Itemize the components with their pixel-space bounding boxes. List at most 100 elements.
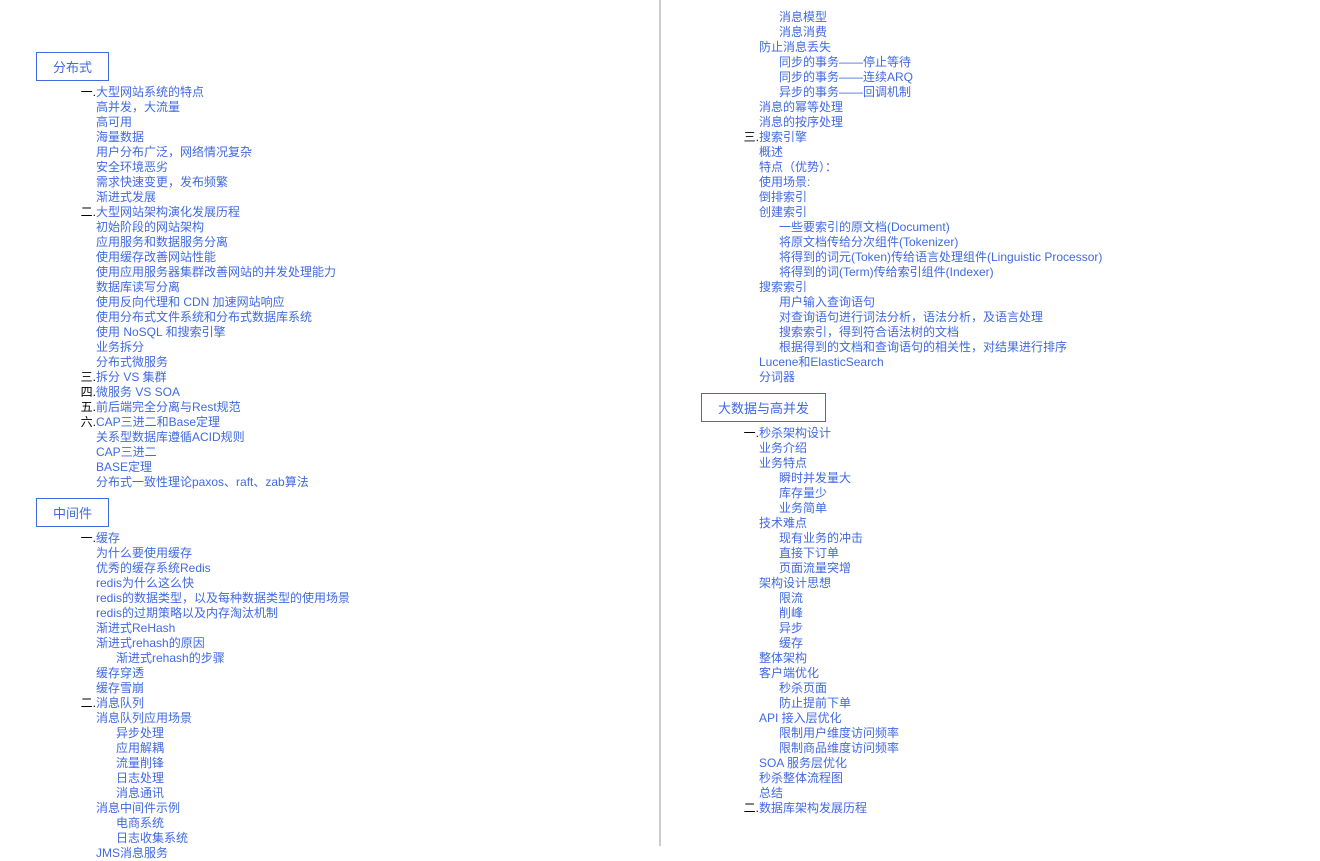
- toc-link: 关系型数据库遵循ACID规则: [96, 430, 245, 444]
- toc-item: 消息队列应用场景: [0, 711, 659, 726]
- toc-link: 秒杀整体流程图: [759, 771, 843, 785]
- toc-item: 业务拆分: [0, 340, 659, 355]
- toc-item: 消息的按序处理: [661, 115, 1320, 130]
- toc-item: 海量数据: [0, 130, 659, 145]
- toc-item: 根据得到的文档和查询语句的相关性，对结果进行排序: [661, 340, 1320, 355]
- toc-item: 创建索引: [661, 205, 1320, 220]
- toc-link: 分布式微服务: [96, 355, 168, 369]
- toc-link: CAP三进二和Base定理: [96, 415, 220, 429]
- toc-link: 消息队列应用场景: [96, 711, 192, 725]
- toc-link: 同步的事务——连续ARQ: [779, 70, 913, 84]
- toc-link: 异步处理: [116, 726, 164, 740]
- toc-item: 消息中间件示例: [0, 801, 659, 816]
- toc-item: CAP三进二: [0, 445, 659, 460]
- toc-link: 日志处理: [116, 771, 164, 785]
- toc-item: 异步: [661, 621, 1320, 636]
- toc-item: 渐进式rehash的原因: [0, 636, 659, 651]
- toc-link: 流量削锋: [116, 756, 164, 770]
- toc-item: 二.消息队列: [0, 696, 659, 711]
- toc-item: 业务简单: [661, 501, 1320, 516]
- toc-item: 异步处理: [0, 726, 659, 741]
- toc-item: 业务特点: [661, 456, 1320, 471]
- toc-item: 安全环境恶劣: [0, 160, 659, 175]
- toc-number: 一.: [76, 531, 96, 546]
- toc-link: 业务简单: [779, 501, 827, 515]
- toc-item: 优秀的缓存系统Redis: [0, 561, 659, 576]
- toc-item: 使用应用服务器集群改善网站的并发处理能力: [0, 265, 659, 280]
- toc-item: 倒排索引: [661, 190, 1320, 205]
- toc-item: 将得到的词(Term)传给索引组件(Indexer): [661, 265, 1320, 280]
- toc-item: 三.搜索引擎: [661, 130, 1320, 145]
- toc-item: 一.缓存: [0, 531, 659, 546]
- toc-item: 页面流量突增: [661, 561, 1320, 576]
- toc-link: API 接入层优化: [759, 711, 842, 725]
- toc-item: 同步的事务——连续ARQ: [661, 70, 1320, 85]
- toc-link: 限制商品维度访问频率: [779, 741, 899, 755]
- toc-item: 概述: [661, 145, 1320, 160]
- toc-link: 电商系统: [116, 816, 164, 830]
- toc-item: 需求快速变更，发布频繁: [0, 175, 659, 190]
- toc-item: 直接下订单: [661, 546, 1320, 561]
- toc-item: SOA 服务层优化: [661, 756, 1320, 771]
- toc-link: 创建索引: [759, 205, 807, 219]
- toc-link: redis的数据类型，以及每种数据类型的使用场景: [96, 591, 350, 605]
- toc-item: 对查询语句进行词法分析，语法分析，及语言处理: [661, 310, 1320, 325]
- toc-item: 应用解耦: [0, 741, 659, 756]
- toc-link: 为什么要使用缓存: [96, 546, 192, 560]
- toc-item: 技术难点: [661, 516, 1320, 531]
- toc-link: 数据库架构发展历程: [759, 801, 867, 815]
- toc-number: 六.: [76, 415, 96, 430]
- toc-link: 将得到的词元(Token)传给语言处理组件(Linguistic Process…: [779, 250, 1102, 264]
- toc-link: 倒排索引: [759, 190, 807, 204]
- toc-item: 异步的事务——回调机制: [661, 85, 1320, 100]
- toc-item: 使用 NoSQL 和搜索引擎: [0, 325, 659, 340]
- toc-link: 前后端完全分离与Rest规范: [96, 400, 241, 414]
- toc-link: 使用缓存改善网站性能: [96, 250, 216, 264]
- toc-link: 防止消息丢失: [759, 40, 831, 54]
- toc-link: 微服务 VS SOA: [96, 385, 180, 399]
- toc-link: 页面流量突增: [779, 561, 851, 575]
- toc-link: 消息中间件示例: [96, 801, 180, 815]
- toc-link: 数据库读写分离: [96, 280, 180, 294]
- toc-link: 限流: [779, 591, 803, 605]
- toc-number: 一.: [76, 85, 96, 100]
- toc-link: 使用 NoSQL 和搜索引擎: [96, 325, 226, 339]
- toc-link: 消息的按序处理: [759, 115, 843, 129]
- toc-link: 技术难点: [759, 516, 807, 530]
- section-header-distributed: 分布式: [36, 52, 109, 81]
- toc-link: 直接下订单: [779, 546, 839, 560]
- toc-item: 缓存雪崩: [0, 681, 659, 696]
- toc-link: 缓存: [779, 636, 803, 650]
- toc-item: 缓存穿透: [0, 666, 659, 681]
- toc-item: 高可用: [0, 115, 659, 130]
- toc-item: 现有业务的冲击: [661, 531, 1320, 546]
- toc-link: 秒杀架构设计: [759, 426, 831, 440]
- toc-item: 防止提前下单: [661, 696, 1320, 711]
- toc-item: 用户分布广泛，网络情况复杂: [0, 145, 659, 160]
- toc-item: redis的数据类型，以及每种数据类型的使用场景: [0, 591, 659, 606]
- toc-link: 总结: [759, 786, 783, 800]
- toc-item: 库存量少: [661, 486, 1320, 501]
- toc-number: 四.: [76, 385, 96, 400]
- toc-item: 削峰: [661, 606, 1320, 621]
- toc-link: 使用应用服务器集群改善网站的并发处理能力: [96, 265, 336, 279]
- toc-link: 高并发，大流量: [96, 100, 180, 114]
- toc-item: 秒杀页面: [661, 681, 1320, 696]
- toc-link: 用户输入查询语句: [779, 295, 875, 309]
- toc-link: 分布式一致性理论paxos、raft、zab算法: [96, 475, 309, 489]
- section-header-middleware: 中间件: [36, 498, 109, 527]
- toc-link: 一些要索引的原文档(Document): [779, 220, 950, 234]
- toc-item: 限制商品维度访问频率: [661, 741, 1320, 756]
- toc-link: 搜索索引: [759, 280, 807, 294]
- toc-link: 渐进式ReHash: [96, 621, 175, 635]
- toc-link: 优秀的缓存系统Redis: [96, 561, 211, 575]
- left-column: 分布式 一.大型网站系统的特点高并发，大流量高可用海量数据用户分布广泛，网络情况…: [0, 0, 660, 846]
- toc-item: 渐进式ReHash: [0, 621, 659, 636]
- toc-number: 一.: [739, 426, 759, 441]
- toc-link: 消息消费: [779, 25, 827, 39]
- toc-link: 削峰: [779, 606, 803, 620]
- toc-link: 用户分布广泛，网络情况复杂: [96, 145, 252, 159]
- toc-link: 根据得到的文档和查询语句的相关性，对结果进行排序: [779, 340, 1067, 354]
- toc-item: 渐进式发展: [0, 190, 659, 205]
- toc-link: 缓存穿透: [96, 666, 144, 680]
